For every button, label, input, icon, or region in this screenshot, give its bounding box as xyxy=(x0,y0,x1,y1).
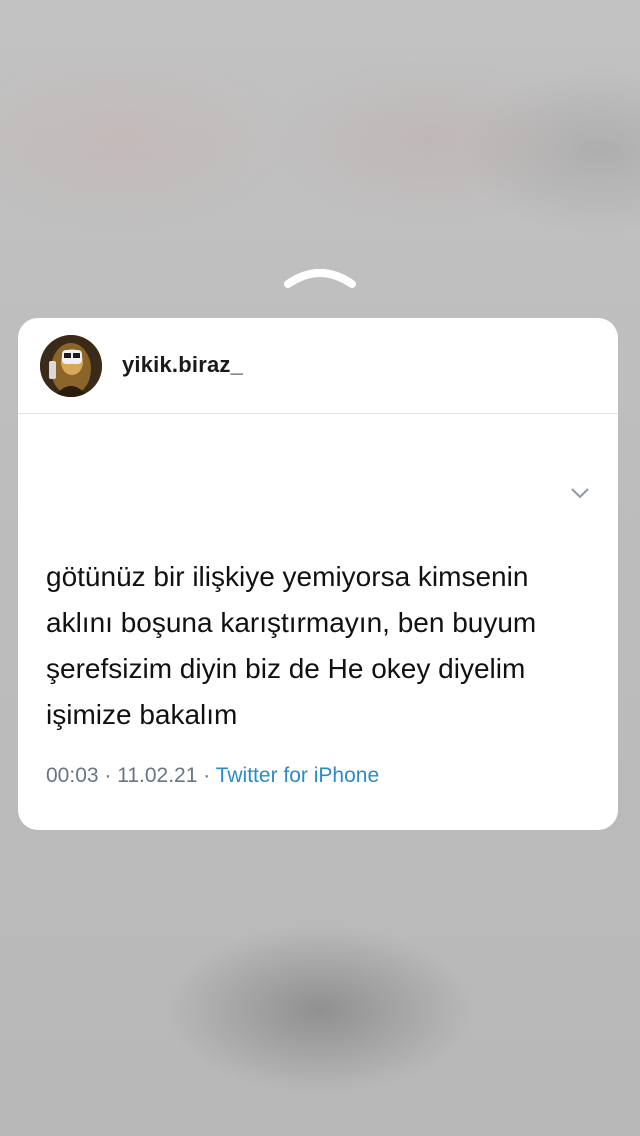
post-header: yikik.biraz_ xyxy=(18,318,618,414)
tweet-source-link[interactable]: Twitter for iPhone xyxy=(216,764,379,787)
tweet-line: aklını boşuna karıştırmayın, ben buyum xyxy=(46,607,537,638)
tweet-screenshot: götünüz bir ilişkiye yemiyorsa kimsenin … xyxy=(18,414,618,830)
meta-separator: · xyxy=(197,764,216,787)
tweet-time: 00:03 xyxy=(46,764,99,787)
tweet-date: 11.02.21 xyxy=(117,764,198,787)
tweet-line: şerefsizim diyin biz de He okey diyelim xyxy=(46,653,526,684)
meta-separator: · xyxy=(98,764,118,787)
tweet-line: götünüz bir ilişkiye yemiyorsa kimsenin xyxy=(46,561,529,592)
tweet-line: işimize bakalım xyxy=(46,699,238,730)
chevron-down-icon[interactable] xyxy=(571,487,589,499)
chevron-up-icon[interactable] xyxy=(282,262,358,292)
tweet-meta: 00:03 · 11.02.21 · Twitter for iPhone xyxy=(46,764,379,788)
profile-avatar[interactable] xyxy=(40,335,102,397)
username[interactable]: yikik.biraz_ xyxy=(122,352,243,378)
shared-post-card[interactable]: yikik.biraz_ götünüz bir ilişkiye yemiyo… xyxy=(18,318,618,830)
avatar-image xyxy=(40,335,102,397)
tweet-text: götünüz bir ilişkiye yemiyorsa kimsenin … xyxy=(46,554,606,738)
